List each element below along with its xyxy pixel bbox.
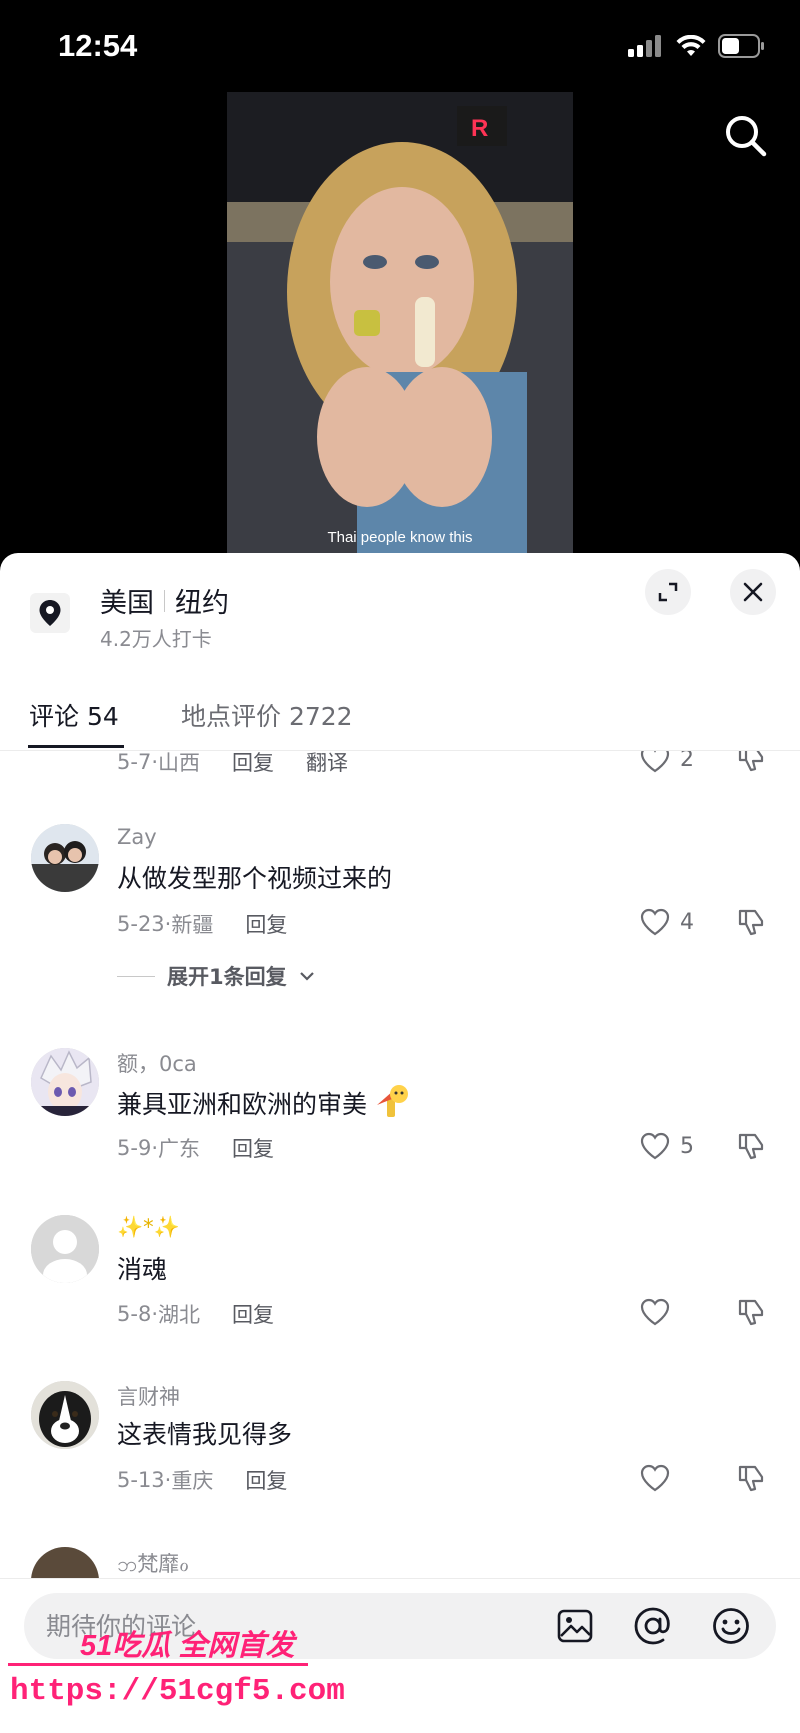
location-pin-icon xyxy=(30,593,70,633)
location-checkins: 4.2万人打卡 xyxy=(100,627,212,651)
heart-icon xyxy=(640,908,670,936)
heart-icon xyxy=(640,751,670,773)
reply-button[interactable]: 回复 xyxy=(232,751,274,777)
at-mention-icon[interactable] xyxy=(632,1605,674,1647)
search-icon[interactable] xyxy=(722,112,770,160)
video-caption: Thai people know this xyxy=(327,529,473,546)
comment-region: 广东 xyxy=(158,1137,200,1161)
like-count: 5 xyxy=(680,1133,694,1159)
comment-meta: 5-8 · 湖北 回复 xyxy=(117,1299,274,1329)
expand-divider xyxy=(117,975,155,977)
translate-button[interactable]: 翻译 xyxy=(306,751,348,777)
like-count: 2 xyxy=(680,751,694,772)
avatar[interactable] xyxy=(31,824,99,892)
dislike-icon[interactable] xyxy=(736,907,766,937)
heart-icon xyxy=(640,1464,670,1492)
signal-icon xyxy=(628,35,661,57)
comment-text: 兼具亚洲和欧洲的审美 xyxy=(117,1083,411,1121)
like-button[interactable] xyxy=(640,1464,680,1492)
comment-date: 5-13 xyxy=(117,1468,165,1492)
svg-text:R: R xyxy=(471,115,488,142)
tab-underline xyxy=(28,745,124,748)
close-button[interactable] xyxy=(730,569,776,615)
status-icons xyxy=(628,34,766,58)
status-time: 12:54 xyxy=(58,28,138,63)
location-divider xyxy=(164,589,165,612)
comment-region: 重庆 xyxy=(171,1469,214,1493)
heart-icon xyxy=(640,1132,670,1160)
comment-username[interactable]: 言财神 xyxy=(117,1381,180,1411)
comment-meta: 5-23 · 新疆 回复 xyxy=(117,909,287,939)
tab-comments[interactable]: 评论 54 xyxy=(29,697,119,733)
expand-replies-label: 展开1条回复 xyxy=(167,965,287,989)
watermark-divider xyxy=(8,1663,308,1666)
comment-meta: 5-7 · 山西 回复 翻译 xyxy=(117,751,348,777)
image-icon[interactable] xyxy=(554,1605,596,1647)
expand-button[interactable] xyxy=(645,569,691,615)
dislike-icon[interactable] xyxy=(736,751,766,773)
comment-meta: 5-9 · 广东 回复 xyxy=(117,1133,274,1163)
comment-username[interactable]: 额，0ca xyxy=(117,1048,197,1078)
dislike-icon[interactable] xyxy=(736,1463,766,1493)
video-player[interactable]: R Thai people know this xyxy=(227,92,573,554)
tab-place-reviews[interactable]: 地点评价 2722 xyxy=(181,697,353,733)
status-bar: 12:54 xyxy=(0,0,800,92)
comment-date: 5-23 xyxy=(117,912,165,936)
like-button[interactable]: 2 xyxy=(640,751,694,773)
avatar[interactable] xyxy=(31,1048,99,1116)
comment-date: 5-9 xyxy=(117,1136,152,1160)
comment-region: 山西 xyxy=(158,751,200,775)
heart-icon xyxy=(640,1298,670,1326)
like-button[interactable]: 5 xyxy=(640,1132,694,1160)
default-avatar-icon xyxy=(31,1215,99,1283)
location-country: 美国 xyxy=(100,588,154,619)
emoji-icon[interactable] xyxy=(710,1605,752,1647)
avatar[interactable] xyxy=(31,1547,99,1578)
tab-bar: 评论 54 地点评价 2722 xyxy=(0,673,800,751)
comment-date: 5-7 xyxy=(117,751,152,774)
reply-button[interactable]: 回复 xyxy=(245,909,287,939)
comment-text-content: 兼具亚洲和欧洲的审美 xyxy=(117,1090,368,1119)
comment-username[interactable]: ✨*✨ xyxy=(117,1215,180,1240)
battery-icon xyxy=(718,34,764,58)
emoji-sticker-icon xyxy=(376,1085,408,1117)
expand-replies-button[interactable]: 展开1条回复 xyxy=(117,961,315,991)
reply-button[interactable]: 回复 xyxy=(232,1299,274,1329)
comment-region: 新疆 xyxy=(171,913,214,937)
wifi-icon xyxy=(676,35,706,56)
like-button[interactable] xyxy=(640,1298,680,1326)
comment-text: 这表情我见得多 xyxy=(117,1420,293,1449)
watermark-url: https://51cgf5.com xyxy=(10,1674,345,1709)
dislike-icon[interactable] xyxy=(736,1297,766,1327)
location-city: 纽约 xyxy=(175,588,229,619)
chevron-down-icon xyxy=(299,972,314,981)
reply-button[interactable]: 回复 xyxy=(232,1133,274,1163)
expand-icon xyxy=(658,582,678,602)
reply-button[interactable]: 回复 xyxy=(245,1465,287,1495)
comment-username[interactable]: ဘ梵靡ℴ xyxy=(117,1548,189,1578)
like-button[interactable]: 4 xyxy=(640,908,694,936)
comment-list[interactable]: 5-7 · 山西 回复 翻译 2 Zay 从做发型那个视频过来的 5-23 · 新疆 回… xyxy=(0,751,800,1578)
watermark-title: 51吃瓜 全网首发 xyxy=(80,1630,295,1662)
close-icon xyxy=(743,582,763,602)
location-comments-sheet: 美国 纽约 4.2万人打卡 评论 54 地点评价 2722 5-7 · 山西 回复 … xyxy=(0,553,800,1733)
like-count: 4 xyxy=(680,909,694,935)
avatar[interactable] xyxy=(31,1215,99,1283)
dislike-icon[interactable] xyxy=(736,1131,766,1161)
comment-date: 5-8 xyxy=(117,1302,152,1326)
comment-meta: 5-13 · 重庆 回复 xyxy=(117,1465,287,1495)
comment-text: 消魂 xyxy=(117,1255,168,1284)
comment-username[interactable]: Zay xyxy=(117,825,157,849)
video-thumbnail: R xyxy=(227,92,573,554)
location-title[interactable]: 美国 纽约 xyxy=(100,581,229,620)
comment-region: 湖北 xyxy=(158,1303,200,1327)
avatar[interactable] xyxy=(31,1381,99,1449)
comment-text: 从做发型那个视频过来的 xyxy=(117,864,393,893)
